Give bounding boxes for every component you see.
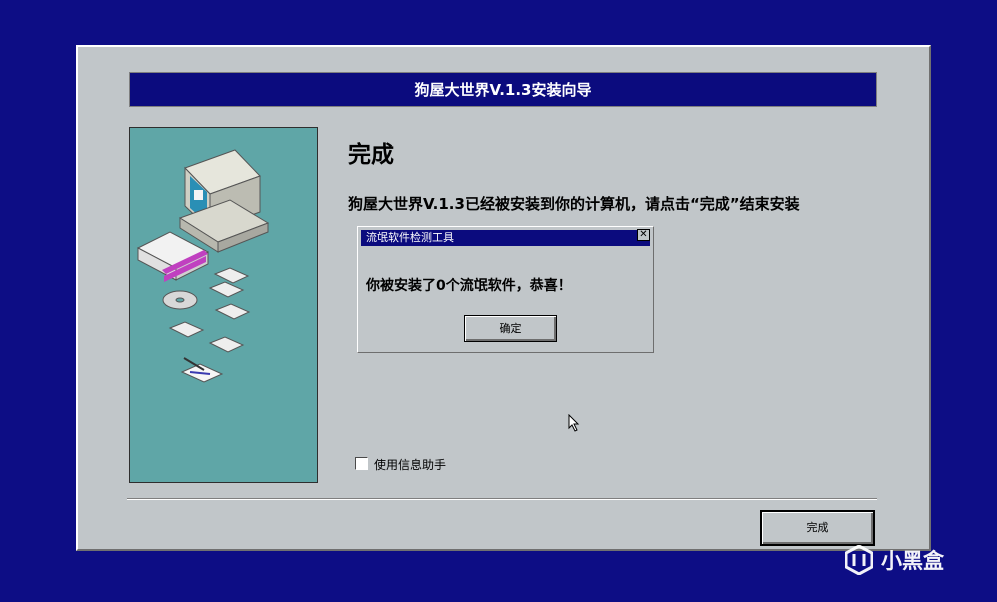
installer-window: 狗屋大世界V.1.3安装向导 完成 狗屋大世界V.1.3已经被安装到你的计算机，… [76,45,931,551]
finish-button[interactable]: 完成 [760,510,875,546]
logo-icon [845,545,873,575]
close-icon[interactable]: ✕ [637,229,650,241]
assistant-checkbox-label: 使用信息助手 [374,458,447,472]
mouse-cursor-icon [568,414,580,432]
install-complete-message: 狗屋大世界V.1.3已经被安装到你的计算机，请点击“完成”结束安装 [348,195,800,213]
rogue-software-dialog: 流氓软件检测工具 ✕ 你被安装了0个流氓软件，恭喜！ 确定 [357,226,654,353]
assistant-checkbox[interactable] [355,457,368,470]
computer-illustration [136,149,270,383]
manual-icon [180,357,224,383]
installer-illustration [129,127,318,483]
footer-divider [127,498,877,500]
dialog-message: 你被安装了0个流氓软件，恭喜！ [366,278,572,294]
watermark-text: 小黑盒 [881,549,944,573]
ok-button[interactable]: 确定 [464,315,557,342]
dialog-title: 流氓软件检测工具 [361,230,650,246]
page-heading: 完成 [348,142,394,168]
cd-icon [162,290,198,310]
window-title: 狗屋大世界V.1.3安装向导 [129,72,877,107]
monitor-icon [178,149,270,253]
floppy-disk-icon [168,267,251,353]
watermark: 小黑盒 [845,545,944,575]
